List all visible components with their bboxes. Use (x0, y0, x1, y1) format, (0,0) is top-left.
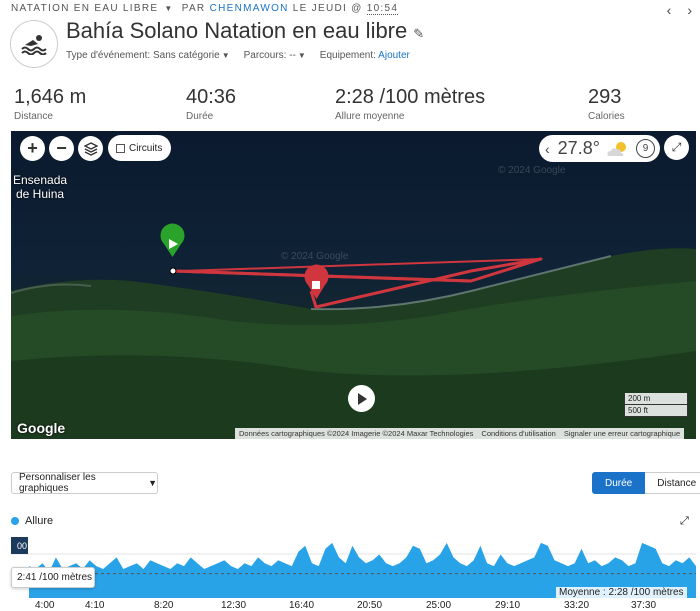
activity-breadcrumb: NATATION EN EAU LIBRE ▼ PAR CHENMAWON LE… (11, 3, 691, 17)
chart-tooltip: 2:41 /100 mètres (11, 567, 95, 588)
legend-dot (11, 517, 19, 525)
x-tick-label: 4:10 (85, 600, 105, 611)
course[interactable]: Parcours: -- ▼ (244, 50, 306, 61)
event-type-value: Sans catégorie (152, 50, 220, 61)
stat-label: Calories (588, 111, 625, 122)
map-watermark: © 2024 Google (498, 165, 566, 176)
pace-chart[interactable]: 4:00 4:10 8:20 12:30 16:40 20:50 25:00 29:10 33:… (11, 532, 696, 611)
caret-down-icon: ▼ (148, 478, 157, 488)
event-type-label: Type d'événement: (66, 50, 151, 61)
author-link[interactable]: CHENMAWON (210, 3, 289, 14)
axis-toggle: Durée Distance (592, 472, 700, 494)
when-label: LE JEUDI @ (292, 3, 363, 14)
circuits-checkbox[interactable] (116, 143, 125, 153)
scale-metric: 200 m (624, 393, 688, 405)
stat-label: Allure moyenne (335, 111, 405, 122)
equipment-label: Equipement: (319, 50, 376, 61)
toggle-distance[interactable]: Distance (645, 472, 700, 494)
stat-label: Durée (186, 111, 214, 122)
scale-imperial: 500 ft (624, 405, 688, 417)
zoom-in-button[interactable]: + (20, 136, 45, 161)
weather-widget[interactable]: ‹ 27.8° 9 (539, 135, 660, 162)
stat-distance: 1,646 m Distance (14, 86, 86, 122)
activity-type-label[interactable]: NATATION EN EAU LIBRE (11, 3, 158, 14)
temperature: 27.8° (557, 138, 600, 158)
page-title: Bahía Solano Natation en eau libre ✎ (66, 18, 424, 44)
event-type[interactable]: Type d'événement: Sans catégorie ▼ (66, 50, 230, 61)
average-label: Moyenne : 2:28 /100 mètres (556, 587, 687, 598)
play-icon (357, 392, 367, 405)
layers-icon (83, 141, 98, 156)
x-tick-label: 25:00 (426, 600, 451, 611)
next-arrow-icon[interactable]: › (687, 2, 692, 18)
x-tick-label: 16:40 (289, 600, 314, 611)
x-tick-label: 12:30 (221, 600, 246, 611)
equipment: Equipement: Ajouter (320, 50, 410, 61)
expand-icon[interactable]: ⤢ (680, 515, 689, 528)
customize-charts-button[interactable]: Personnaliser les graphiques ▼ (11, 472, 158, 494)
add-equipment-link[interactable]: Ajouter (378, 50, 410, 61)
route-map[interactable]: + − Circuits ‹ 27.8° 9 ⤢ Ensenada de Hui… (11, 131, 696, 439)
stat-value: 40:36 (186, 86, 237, 108)
map-scale: 200 m 500 ft (624, 393, 688, 417)
fullscreen-button[interactable]: ⤢ (664, 135, 689, 160)
place-line: Ensenada (13, 173, 68, 187)
activity-nav: ‹ › (651, 2, 692, 18)
chart-legend: Allure (11, 515, 53, 527)
zoom-out-button[interactable]: − (49, 136, 74, 161)
stat-duration: 40:36 Durée (186, 86, 236, 122)
stat-calories: 293 Calories (588, 86, 625, 122)
activity-meta: Type d'événement: Sans catégorie ▼ Parcou… (66, 50, 410, 61)
stat-label: Distance (14, 111, 53, 122)
report-error-link[interactable]: Signaler une erreur cartographique (560, 428, 684, 439)
map-watermark: © 2024 Google (281, 251, 349, 262)
stat-value: 1,646 m (14, 86, 87, 108)
legend-label: Allure (25, 515, 54, 527)
x-tick-label: 4:00 (35, 600, 55, 611)
stat-value: 293 (588, 86, 622, 108)
swim-icon (10, 20, 58, 68)
play-button[interactable] (348, 385, 375, 412)
y-axis-label: 00 (11, 537, 28, 554)
x-tick-label: 8:20 (154, 600, 174, 611)
google-logo: Google (17, 420, 66, 436)
wind-speed: 9 (636, 139, 655, 158)
pencil-icon[interactable]: ✎ (413, 26, 424, 41)
activity-time: 10:54 (366, 3, 399, 15)
chevron-down-icon: ▼ (297, 51, 306, 60)
x-tick-label: 33:20 (564, 600, 589, 611)
chevron-left-icon[interactable]: ‹ (545, 141, 550, 157)
circuits-label: Circuits (129, 142, 163, 154)
customize-label: Personnaliser les graphiques (19, 472, 96, 494)
attribution-data: Données cartographiques ©2024 Imagerie ©… (239, 429, 474, 438)
circuits-toggle[interactable]: Circuits (108, 135, 171, 161)
course-label: Parcours: (243, 50, 287, 61)
chevron-down-icon: ▼ (221, 51, 230, 60)
partly-cloudy-icon (607, 141, 626, 156)
previous-arrow-icon[interactable]: ‹ (667, 2, 672, 18)
x-tick-label: 20:50 (357, 600, 382, 611)
chevron-down-icon[interactable]: ▼ (164, 4, 173, 13)
stat-pace: 2:28 /100 mètres Allure moyenne (335, 86, 485, 122)
activity-title[interactable]: Bahía Solano Natation en eau libre (66, 18, 407, 43)
map-place-label: Ensenada de Huina (13, 173, 67, 201)
place-line: de Huina (16, 187, 65, 201)
toggle-duration[interactable]: Durée (592, 472, 646, 494)
layers-button[interactable] (78, 136, 103, 161)
by-label: PAR (181, 3, 206, 14)
stat-value: 2:28 /100 mètres (335, 86, 486, 108)
x-tick-label: 29:10 (495, 600, 520, 611)
terms-link[interactable]: Conditions d'utilisation (477, 428, 559, 439)
map-attribution: Données cartographiques ©2024 Imagerie ©… (235, 428, 685, 439)
course-value: -- (289, 50, 296, 61)
x-tick-label: 37:30 (631, 600, 656, 611)
